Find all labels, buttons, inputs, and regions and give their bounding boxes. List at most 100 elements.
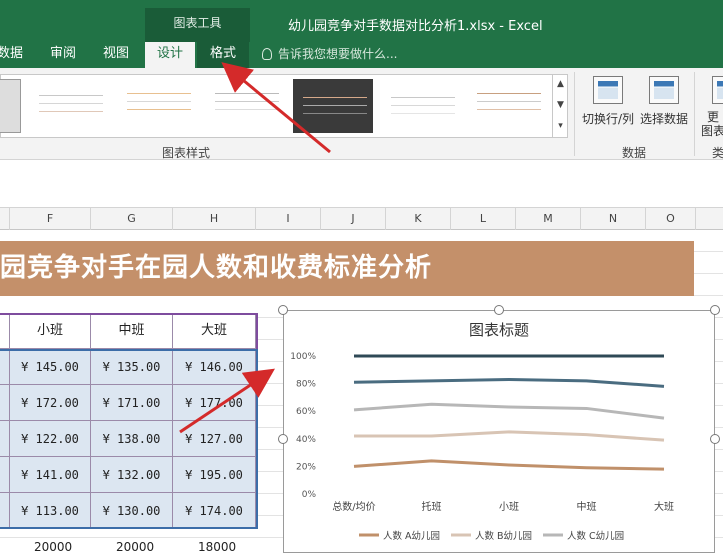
y-tick-label: 40% (296, 435, 316, 445)
col-header-o[interactable]: O (646, 208, 696, 230)
legend-label[interactable]: 人数 C幼儿园 (567, 530, 624, 542)
table-cell[interactable] (0, 349, 10, 385)
x-tick-label: 大班 (654, 500, 674, 513)
table-cell[interactable]: ¥ 113.00 (10, 493, 91, 529)
table-cell[interactable] (0, 421, 10, 457)
col-header-j[interactable]: J (321, 208, 386, 230)
y-tick-label: 0% (302, 490, 317, 500)
change-chart-type-button[interactable]: 更 图表 (698, 74, 723, 138)
gallery-up-icon[interactable]: ▲ (553, 74, 568, 95)
gallery-down-icon[interactable]: ▼ (553, 95, 568, 116)
chart-style-thumb-4[interactable] (205, 79, 285, 133)
col-header-i[interactable]: I (256, 208, 321, 230)
chart-style-thumb-6[interactable] (381, 79, 461, 133)
legend-label[interactable]: 人数 B幼儿园 (475, 530, 532, 542)
table-cell[interactable]: ¥ 132.00 (91, 457, 173, 493)
x-tick-label: 小班 (499, 501, 519, 513)
table-header-middle[interactable]: 中班 (91, 313, 173, 349)
change-chart-type-label-2: 图表 (700, 124, 723, 138)
col-header-m[interactable]: M (516, 208, 581, 230)
chart-styles-gallery[interactable] (0, 74, 568, 138)
select-data-button[interactable]: 选择数据 (638, 74, 690, 127)
chart-resize-handle[interactable] (278, 434, 288, 444)
col-header-k[interactable]: K (386, 208, 451, 230)
legend[interactable]: 人数 A幼儿园 人数 B幼儿园 人数 C幼儿园 (359, 530, 624, 542)
table-cell[interactable]: ¥ 145.00 (10, 349, 91, 385)
chart-style-thumb-3[interactable] (117, 79, 197, 133)
chart-style-thumb-7[interactable] (467, 79, 547, 133)
table-cell[interactable]: ¥ 127.00 (173, 421, 256, 457)
col-header-f[interactable]: F (10, 208, 91, 230)
title-bar: 图表工具 幼儿园竞争对手数据对比分析1.xlsx - Excel (0, 0, 723, 42)
switch-row-column-button[interactable]: 切换行/列 (580, 74, 636, 127)
col-header-l[interactable]: L (451, 208, 516, 230)
table-cell[interactable]: ¥ 122.00 (10, 421, 91, 457)
table-cell[interactable] (0, 385, 10, 421)
table-cell[interactable]: ¥ 146.00 (173, 349, 256, 385)
table-cell[interactable]: ¥ 177.00 (173, 385, 256, 421)
col-header-partial (0, 208, 10, 230)
chart-canvas: 图表标题 0% 20% 40% 60% 80% 100% 总数/均价 托班 小班 中班 大班 人数… (290, 321, 674, 542)
chart-styles-group-label: 图表样式 (162, 146, 211, 160)
tab-data[interactable]: 数据 (0, 42, 24, 68)
table-cell[interactable]: ¥ 138.00 (91, 421, 173, 457)
chart-resize-handle[interactable] (710, 434, 720, 444)
y-tick-label: 20% (296, 462, 316, 472)
table-cell[interactable]: ¥ 130.00 (91, 493, 173, 529)
gallery-scroll[interactable]: ▲ ▼ ▾ (552, 74, 568, 138)
table-cell[interactable]: ¥ 172.00 (10, 385, 91, 421)
y-tick-label: 80% (296, 380, 316, 390)
series-line-4[interactable] (353, 377, 665, 388)
tab-view[interactable]: 视图 (99, 42, 133, 68)
table-cell[interactable] (0, 457, 10, 493)
col-header-g[interactable]: G (91, 208, 173, 230)
y-axis: 0% 20% 40% 60% 80% 100% (290, 352, 316, 500)
group-separator (574, 72, 575, 156)
chart-resize-handle[interactable] (278, 305, 288, 315)
tab-format[interactable]: 格式 (197, 42, 249, 68)
tab-design[interactable]: 设计 (145, 42, 195, 68)
switch-row-column-label: 切换行/列 (581, 112, 635, 126)
col-header-h[interactable]: H (173, 208, 256, 230)
switch-row-column-icon (593, 76, 623, 104)
col-header-n[interactable]: N (581, 208, 646, 230)
sheet-top-area (0, 160, 723, 208)
table-header-large[interactable]: 大班 (173, 313, 256, 349)
table-cell[interactable]: 20000 (116, 540, 154, 554)
tell-me-box[interactable]: 告诉我您想要做什么... (262, 42, 397, 68)
series-line-1[interactable] (353, 459, 665, 471)
tell-me-text: 告诉我您想要做什么... (278, 47, 398, 61)
legend-label[interactable]: 人数 A幼儿园 (383, 530, 440, 542)
document-title: 幼儿园竞争对手数据对比分析1.xlsx - Excel (288, 19, 543, 34)
gallery-more-icon[interactable]: ▾ (553, 116, 568, 137)
series-line-3[interactable] (353, 402, 665, 420)
table-header-small[interactable]: 小班 (10, 313, 91, 349)
table-cell[interactable]: ¥ 171.00 (91, 385, 173, 421)
table-cell[interactable]: ¥ 195.00 (173, 457, 256, 493)
chart-title[interactable]: 图表标题 (469, 321, 529, 339)
table-cell[interactable]: ¥ 135.00 (91, 349, 173, 385)
line-chart[interactable]: 图表标题 0% 20% 40% 60% 80% 100% 总数/均价 托班 小班 中班 大班 人数… (283, 310, 715, 553)
table-header-partial[interactable] (0, 313, 10, 349)
tab-review[interactable]: 审阅 (46, 42, 80, 68)
chart-style-thumb-5[interactable] (293, 79, 373, 133)
chart-resize-handle[interactable] (494, 305, 504, 315)
change-chart-type-label: 更 (706, 110, 719, 124)
column-headers: F G H I J K L M N O (0, 208, 723, 230)
x-axis: 总数/均价 托班 小班 中班 大班 (332, 500, 674, 513)
table-cell[interactable]: ¥ 174.00 (173, 493, 256, 529)
chart-style-thumb-1[interactable] (0, 79, 21, 133)
series-line-2[interactable] (354, 430, 665, 442)
chart-style-thumb-2[interactable] (29, 79, 109, 133)
plot-area[interactable] (353, 354, 665, 471)
table-cell[interactable]: 18000 (198, 540, 236, 554)
table-cell[interactable]: ¥ 141.00 (10, 457, 91, 493)
change-chart-type-icon (712, 76, 723, 104)
table-cell[interactable] (0, 493, 10, 529)
y-tick-label: 60% (296, 407, 316, 417)
ribbon-tabs: 数据 审阅 视图 设计 格式 告诉我您想要做什么... (0, 42, 723, 68)
chart-resize-handle[interactable] (710, 305, 720, 315)
table-cell[interactable]: 20000 (34, 540, 72, 554)
sheet-banner-title[interactable]: 园竞争对手在园人数和收费标准分析 (0, 241, 694, 296)
ribbon-panel: ▲ ▼ ▾ 图表样式 切换行/列 选择数据 数据 更 图表 类 (0, 68, 723, 160)
